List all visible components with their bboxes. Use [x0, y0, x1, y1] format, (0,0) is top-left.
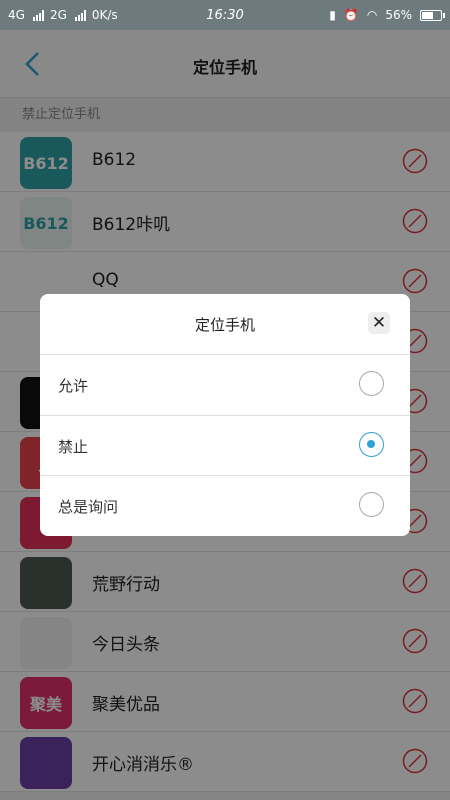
option-always-ask[interactable]: 总是询问 [40, 475, 410, 535]
signal-icon [74, 9, 86, 21]
option-deny[interactable]: 禁止 [40, 415, 410, 475]
signal-icon [32, 9, 44, 21]
wifi-icon: ◠ [366, 8, 378, 22]
option-label: 总是询问 [58, 498, 119, 516]
close-icon[interactable]: ✕ [368, 312, 390, 334]
network-label-1: 4G [8, 8, 25, 22]
battery-percent: 56% [385, 8, 412, 22]
radio-checked-icon[interactable] [359, 432, 384, 457]
option-label: 允许 [58, 377, 89, 395]
radio-unchecked-icon[interactable] [359, 492, 384, 517]
radio-unchecked-icon[interactable] [359, 371, 384, 396]
network-label-2: 2G [49, 8, 67, 22]
location-permission-dialog: 定位手机 ✕ 允许 禁止 总是询问 [40, 294, 410, 536]
dialog-title: 定位手机 [194, 316, 255, 334]
alarm-icon: ⏰ [343, 8, 359, 22]
network-speed: 0K/s [91, 8, 118, 22]
battery-icon [420, 9, 445, 21]
status-bar: 4G 2G 0K/s 16:30 ▮ ⏰ ◠ 56% [0, 0, 450, 30]
clock: 16:30 [206, 7, 244, 23]
option-allow[interactable]: 允许 [40, 354, 410, 414]
battery-saver-icon: ▮ [329, 8, 336, 22]
option-label: 禁止 [58, 438, 89, 456]
